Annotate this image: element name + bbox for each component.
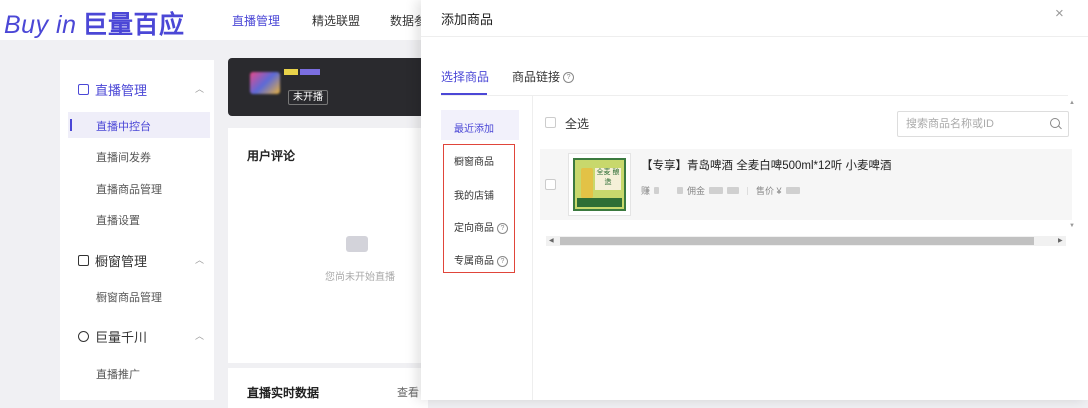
category-recent[interactable]: 最近添加: [454, 120, 494, 135]
tab-label: 选择商品: [441, 70, 490, 84]
divider: [532, 96, 533, 400]
product-checkbox[interactable]: [545, 179, 556, 190]
view-more-link[interactable]: 查看: [397, 384, 419, 400]
sidebar-selected-indicator: [70, 119, 72, 131]
select-all-label: 全选: [565, 117, 590, 131]
tab-label: 商品链接: [512, 70, 561, 84]
chevron-up-icon[interactable]: ︿: [195, 329, 204, 342]
price-label: 售价 ¥: [756, 186, 782, 196]
beer-can-graphic: [581, 168, 593, 198]
product-meta: 赚 佣金 售价 ¥: [641, 184, 800, 197]
redacted-value: [727, 187, 740, 194]
tab-select-product[interactable]: 选择商品: [441, 68, 489, 85]
sidebar-item-live-settings[interactable]: 直播设置: [96, 212, 140, 228]
streamer-name-blur: [300, 69, 320, 75]
scroll-up-icon[interactable]: ▲: [1069, 100, 1075, 106]
nav-live-management[interactable]: 直播管理: [232, 12, 280, 29]
product-image: 全麦 酿造: [573, 158, 626, 211]
redacted-value: [785, 187, 800, 194]
earn-label: 赚: [641, 186, 651, 196]
divider: [421, 36, 1088, 37]
redacted-value: [677, 187, 684, 194]
tab-product-link[interactable]: 商品链接?: [512, 68, 575, 85]
search-icon[interactable]: [1050, 118, 1060, 128]
select-all-checkbox[interactable]: [545, 117, 556, 128]
scroll-left-icon[interactable]: ◀: [549, 236, 554, 246]
chevron-up-icon[interactable]: ︿: [195, 82, 204, 95]
commission-label: 佣金: [687, 186, 706, 196]
showcase-icon: [78, 255, 89, 266]
sidebar-item-coupons[interactable]: 直播间发券: [96, 149, 151, 165]
comments-title: 用户评论: [247, 149, 296, 163]
nav-alliance[interactable]: 精选联盟: [312, 12, 360, 29]
logo-text-cn: 巨量百应: [82, 11, 185, 39]
live-status-badge: 未开播: [288, 90, 328, 105]
camera-icon: [346, 236, 368, 252]
sidebar-group-label: 直播管理: [95, 83, 148, 98]
sidebar-group-live[interactable]: 直播管理: [78, 80, 147, 99]
sidebar-item-live-promotion[interactable]: 直播推广: [96, 366, 140, 382]
product-thumbnail: 全麦 酿造: [568, 153, 631, 216]
sidebar-item-live-products[interactable]: 直播商品管理: [96, 181, 162, 197]
empty-state-text: 您尚未开始直播: [325, 272, 395, 283]
sidebar: [60, 60, 214, 400]
sidebar-group-label: 巨量千川: [95, 330, 148, 345]
drawer-title: 添加商品: [441, 12, 494, 27]
thumb-band: [577, 198, 622, 207]
app-logo[interactable]: Buy in 巨量百应: [4, 5, 185, 41]
scroll-right-icon[interactable]: ▶: [1058, 236, 1063, 246]
scrollbar-thumb[interactable]: [560, 237, 1034, 245]
divider: [441, 95, 1068, 96]
search-box: [897, 111, 1069, 137]
divider: [747, 186, 749, 195]
scroll-down-icon[interactable]: ▼: [1069, 223, 1075, 229]
logo-text-en: Buy in: [4, 11, 77, 39]
streamer-name-blur: [284, 69, 298, 75]
redacted-value: [654, 187, 660, 194]
close-icon[interactable]: ×: [1055, 5, 1064, 22]
sidebar-group-qianchuan[interactable]: 巨量千川: [78, 327, 147, 346]
redacted-value: [709, 187, 724, 194]
help-icon[interactable]: ?: [563, 72, 575, 84]
streamer-avatar: [250, 72, 280, 94]
sidebar-group-showcase[interactable]: 橱窗管理: [78, 251, 147, 270]
thumb-label: 全麦 酿造: [595, 168, 621, 190]
highlight-annotation-box: [443, 144, 515, 273]
realtime-data-title: 直播实时数据: [247, 386, 320, 400]
sidebar-group-label: 橱窗管理: [95, 254, 148, 269]
sidebar-item-live-console[interactable]: 直播中控台: [96, 118, 151, 134]
search-input[interactable]: [906, 116, 1046, 132]
product-title[interactable]: 【专享】青岛啤酒 全麦白啤500ml*12听 小麦啤酒: [641, 157, 891, 173]
qianchuan-icon: [78, 331, 89, 342]
sidebar-item-showcase-products[interactable]: 橱窗商品管理: [96, 289, 162, 305]
chevron-up-icon[interactable]: ︿: [195, 253, 204, 266]
live-icon: [78, 84, 89, 95]
